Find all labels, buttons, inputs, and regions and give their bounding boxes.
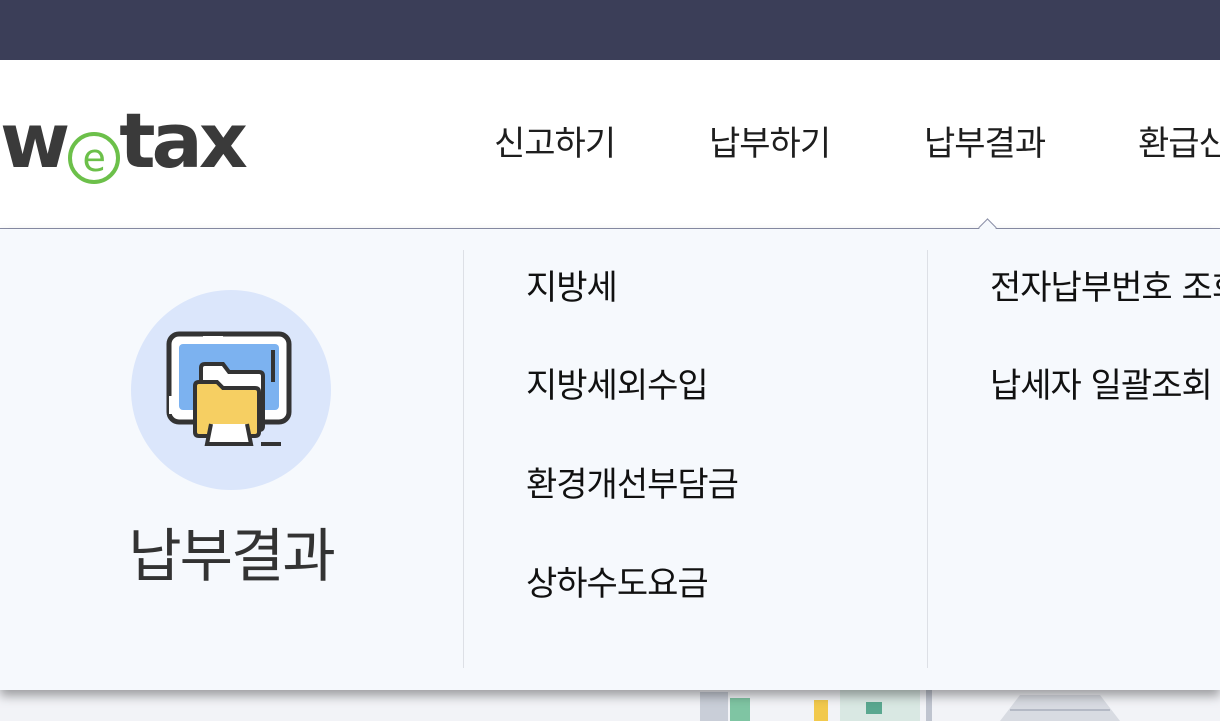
menu-item-water-fee[interactable]: 상하수도요금 — [526, 562, 709, 606]
menu-item-environment-charge[interactable]: 환경개선부담금 — [526, 463, 739, 507]
nav-item-payment[interactable]: 납부하기 — [709, 118, 831, 170]
top-bar — [0, 0, 1220, 60]
computer-folder-icon — [166, 331, 292, 446]
logo-e-circle: e — [68, 131, 121, 184]
logo-text: w e tax — [0, 102, 248, 184]
nav-item-payment-result[interactable]: 납부결과 — [924, 118, 1046, 170]
column-divider-2 — [927, 250, 928, 668]
logo-w: w — [0, 95, 70, 185]
menu-item-taxpayer-batch-lookup[interactable]: 납세자 일괄조회 — [990, 364, 1213, 408]
section-title: 납부결과 — [128, 522, 335, 590]
menu-item-local-tax[interactable]: 지방세 — [526, 266, 618, 310]
menu-item-epay-number-lookup[interactable]: 전자납부번호 조회 — [990, 266, 1220, 310]
menu-item-non-tax-revenue[interactable]: 지방세외수입 — [526, 364, 709, 408]
wetax-logo[interactable]: w e tax — [0, 102, 248, 184]
logo-tax: tax — [119, 95, 248, 185]
background-illustration — [700, 690, 1120, 721]
column-divider-1 — [463, 250, 464, 668]
nav-item-refund[interactable]: 환급신청 — [1138, 118, 1220, 170]
section-icon-circle — [131, 290, 331, 490]
nav-item-report[interactable]: 신고하기 — [494, 118, 616, 170]
mega-menu-dropdown: 납부결과 지방세 지방세외수입 환경개선부담금 상하수도요금 전자납부번호 조회… — [0, 229, 1220, 690]
